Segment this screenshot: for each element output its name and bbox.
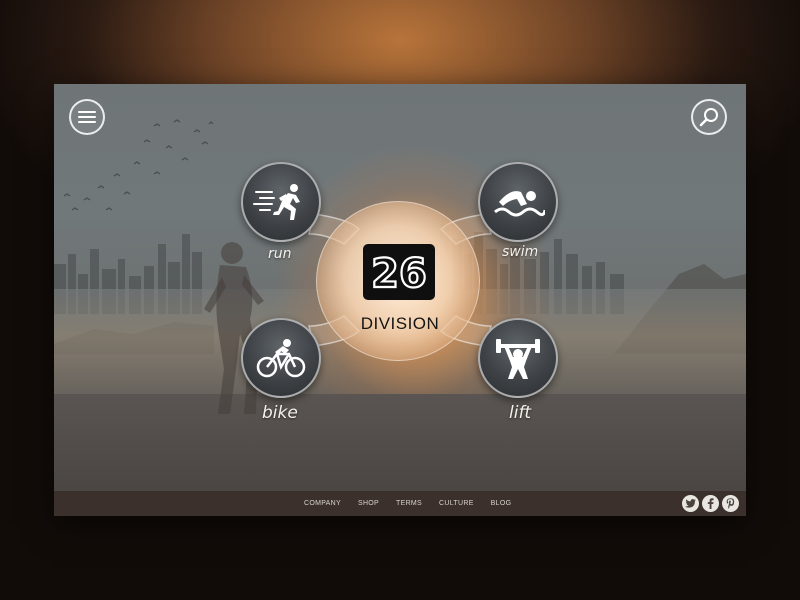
activity-lift-button[interactable] [478, 318, 558, 398]
main-panel: 26 DIVISION run swim bike lift COMPANY S… [54, 84, 746, 516]
brand-name: DIVISION [360, 314, 440, 333]
facebook-icon [707, 498, 714, 509]
brand-logo[interactable]: 26 [363, 244, 435, 300]
svg-text:26: 26 [371, 251, 427, 297]
activity-lift-label[interactable]: lift [509, 403, 531, 423]
footer-link-shop[interactable]: SHOP [358, 500, 379, 507]
search-button[interactable] [691, 99, 727, 135]
footer-bar: COMPANY SHOP TERMS CULTURE BLOG [54, 491, 746, 516]
weightlifter-icon [496, 339, 540, 379]
footer-link-terms[interactable]: TERMS [396, 500, 422, 507]
pinterest-button[interactable] [722, 495, 739, 512]
activity-run-label[interactable]: run [268, 246, 292, 262]
activity-swim-label[interactable]: swim [502, 244, 538, 260]
footer-link-blog[interactable]: BLOG [491, 500, 512, 507]
footer-link-culture[interactable]: CULTURE [439, 500, 474, 507]
footer-nav: COMPANY SHOP TERMS CULTURE BLOG [304, 491, 511, 516]
activity-run-button[interactable] [241, 162, 321, 242]
ground [54, 394, 746, 494]
footer-link-company[interactable]: COMPANY [304, 500, 341, 507]
hamburger-menu-icon [78, 111, 96, 123]
pinterest-icon [726, 498, 735, 509]
activity-bike-label[interactable]: bike [262, 403, 298, 423]
cyclist-icon [256, 339, 306, 378]
activity-swim-button[interactable] [478, 162, 558, 242]
menu-button[interactable] [69, 99, 105, 135]
twitter-button[interactable] [682, 495, 699, 512]
facebook-button[interactable] [702, 495, 719, 512]
logo-26-mark: 26 [370, 250, 428, 297]
search-icon [699, 108, 718, 127]
activity-bike-button[interactable] [241, 318, 321, 398]
swimmer-icon [494, 191, 545, 217]
running-person-icon [253, 184, 300, 220]
twitter-icon [685, 499, 696, 508]
